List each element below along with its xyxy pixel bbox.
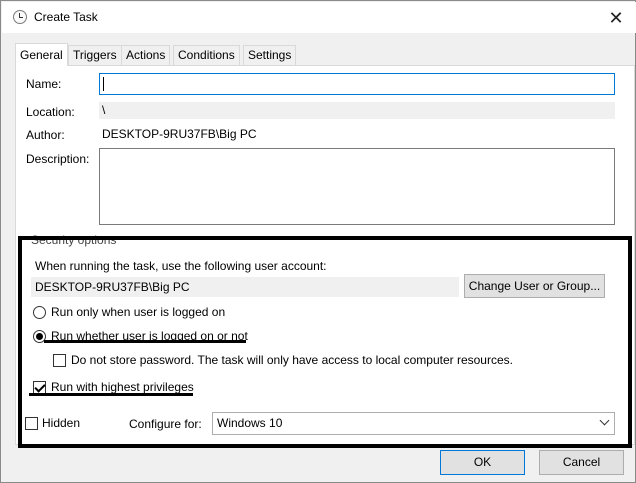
annotation-underline-run-whether (44, 340, 246, 343)
close-button[interactable]: ✕ (599, 4, 633, 32)
tab-settings[interactable]: Settings (243, 45, 297, 65)
name-label: Name: (26, 77, 62, 91)
description-label: Description: (26, 152, 90, 166)
tab-actions[interactable]: Actions (121, 45, 171, 65)
author-label: Author: (26, 128, 65, 142)
tab-conditions[interactable]: Conditions (173, 45, 240, 65)
ok-button[interactable]: OK (440, 450, 525, 475)
window-title: Create Task (34, 10, 98, 24)
text-caret (103, 77, 104, 91)
location-label: Location: (26, 105, 75, 119)
tab-triggers[interactable]: Triggers (68, 45, 122, 65)
tab-general[interactable]: General (15, 43, 68, 66)
task-scheduler-icon (13, 10, 27, 24)
annotation-underline-highest-privileges (29, 393, 193, 396)
location-value: \ (99, 102, 615, 119)
name-input[interactable] (99, 73, 615, 95)
cancel-button[interactable]: Cancel (539, 450, 624, 475)
description-textarea[interactable] (99, 148, 615, 225)
author-value: DESKTOP-9RU37FB\Big PC (102, 127, 257, 141)
